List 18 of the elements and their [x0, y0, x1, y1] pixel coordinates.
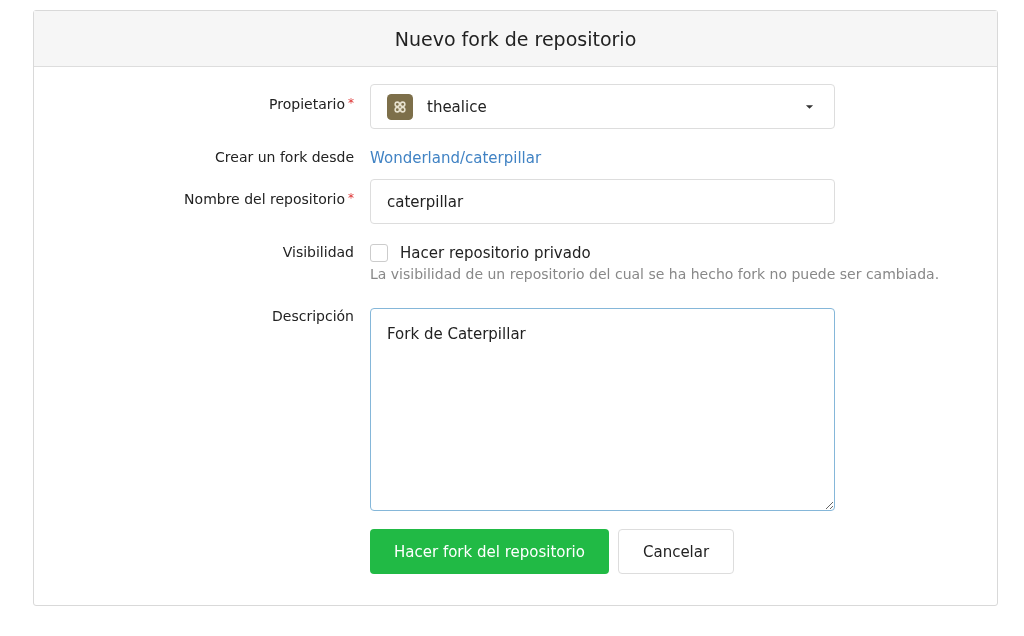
field-label: Nombre del repositorio — [184, 191, 345, 207]
field-label: Descripción — [272, 308, 354, 324]
cancel-button[interactable]: Cancelar — [617, 529, 735, 574]
field-label: Visibilidad — [282, 244, 354, 260]
field-label: Crear un fork desde — [215, 149, 354, 165]
source-repo-link[interactable]: Wonderland/caterpillar — [370, 149, 542, 167]
description-field[interactable]: Fork de Caterpillar — [370, 308, 835, 511]
caret-icon — [805, 103, 814, 110]
avatar-icon — [387, 93, 413, 120]
private-checkbox[interactable] — [370, 244, 388, 262]
required-mark: * — [348, 191, 354, 205]
field-label: Propietario — [269, 96, 345, 112]
form-title: Nuevo fork de repositorio — [394, 27, 637, 50]
repo-name-field[interactable]: caterpillar — [370, 179, 835, 224]
help-text: La visibilidad de un repositorio del cual se ha hecho fork no puede ser cambiada. — [370, 266, 940, 282]
checkbox-label[interactable]: Hacer repositorio privado — [400, 244, 591, 262]
required-mark: * — [348, 96, 354, 110]
owner-dropdown[interactable]: thealice — [370, 84, 835, 129]
